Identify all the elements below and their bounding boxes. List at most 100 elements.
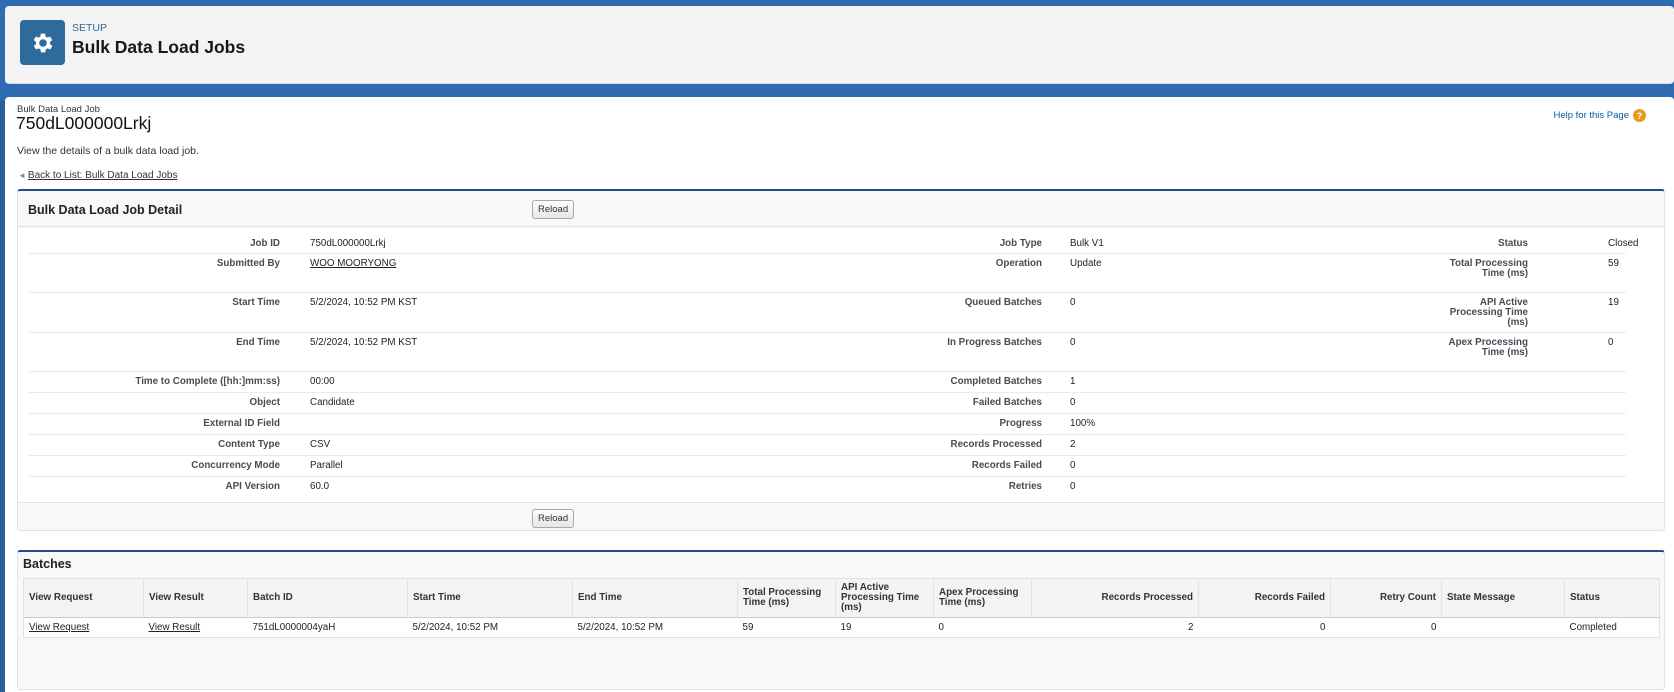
field-value: 1 xyxy=(1070,376,1076,387)
field-value: 0 xyxy=(1070,297,1076,308)
view-request-link[interactable]: View Request xyxy=(29,622,89,633)
submitted-by-link[interactable]: WOO MOORYONG xyxy=(310,258,396,269)
field-label: Concurrency Mode xyxy=(191,460,280,471)
field-value: 59 xyxy=(1608,258,1619,269)
reload-button-top[interactable]: Reload xyxy=(532,200,575,219)
field-value: Bulk V1 xyxy=(1070,238,1104,249)
field-label: Job ID xyxy=(250,238,280,249)
gear-icon xyxy=(20,20,65,65)
column-header[interactable]: Records Failed xyxy=(1198,578,1331,618)
field-label: Records Failed xyxy=(971,460,1042,471)
field-value: 5/2/2024, 10:52 PM KST xyxy=(310,297,418,308)
column-header[interactable]: API Active Processing Time (ms) xyxy=(835,578,934,618)
field-value: CSV xyxy=(310,439,331,450)
detail-row: End Time 5/2/2024, 10:52 PM KST In Progr… xyxy=(28,333,1626,372)
table-cell: 2 xyxy=(1188,622,1194,633)
detail-row: External ID Field Progress 100% xyxy=(28,414,1626,435)
field-label: Failed Batches xyxy=(972,397,1042,408)
column-header[interactable]: Batch ID xyxy=(247,578,408,618)
detail-row: Submitted By WOO MOORYONG Operation Upda… xyxy=(28,254,1626,293)
field-label: Retries xyxy=(1008,481,1042,492)
field-value: Closed xyxy=(1608,238,1639,249)
field-label: Operation xyxy=(995,258,1042,269)
back-to-list-label[interactable]: Back to List: Bulk Data Load Jobs xyxy=(28,170,178,181)
table-cell: 5/2/2024, 10:52 PM xyxy=(412,622,499,633)
field-label: Apex Processing Time (ms) xyxy=(1448,337,1529,358)
table-cell: 19 xyxy=(840,622,852,633)
main-content: Bulk Data Load Job 750dL000000Lrkj Help … xyxy=(5,97,1674,692)
reload-button-bottom[interactable]: Reload xyxy=(532,509,575,528)
back-to-list-link[interactable]: ◄ Back to List: Bulk Data Load Jobs xyxy=(18,170,177,181)
field-value: 5/2/2024, 10:52 PM KST xyxy=(310,337,418,348)
table-cell: 59 xyxy=(742,622,754,633)
table-cell: 5/2/2024, 10:52 PM xyxy=(577,622,664,633)
column-header[interactable]: View Result xyxy=(143,578,248,618)
field-label: Content Type xyxy=(218,439,280,450)
setup-header: SETUP Bulk Data Load Jobs xyxy=(5,6,1674,84)
help-link[interactable]: Help for this Page ? xyxy=(1553,109,1646,122)
table-cell: 0 xyxy=(1431,622,1437,633)
detail-row: Content Type CSV Records Processed 2 xyxy=(28,435,1626,456)
field-label: Submitted By xyxy=(216,258,280,269)
field-value: 2 xyxy=(1070,439,1076,450)
detail-row: Object Candidate Failed Batches 0 xyxy=(28,393,1626,414)
field-value: 0 xyxy=(1070,481,1076,492)
field-label: Completed Batches xyxy=(950,376,1042,387)
table-cell: View Result xyxy=(144,618,248,638)
help-icon[interactable]: ? xyxy=(1633,109,1646,122)
table-cell: 0 xyxy=(1320,622,1326,633)
detail-row: Job ID 750dL000000Lrkj Job Type Bulk V1 … xyxy=(28,234,1639,254)
field-value: 00:00 xyxy=(310,376,335,387)
field-label: In Progress Batches xyxy=(947,337,1042,348)
column-header[interactable]: State Message xyxy=(1441,578,1565,618)
record-title: 750dL000000Lrkj xyxy=(16,113,152,133)
header-eyebrow: SETUP xyxy=(72,22,108,34)
table-cell xyxy=(1442,618,1565,638)
detail-title: Bulk Data Load Job Detail xyxy=(28,203,183,217)
field-label: Queued Batches xyxy=(964,297,1042,308)
field-value: Candidate xyxy=(310,397,355,408)
field-label: API Version xyxy=(225,481,280,492)
back-arrow-icon: ◄ xyxy=(18,171,26,180)
field-value: 0 xyxy=(1608,337,1614,348)
table-header-row: View Request View Result Batch ID Start … xyxy=(23,578,1660,618)
field-label: External ID Field xyxy=(203,418,280,429)
detail-footer: Reload xyxy=(18,502,1664,532)
table-cell: View Request xyxy=(24,618,144,638)
help-link-label[interactable]: Help for this Page xyxy=(1553,110,1629,121)
detail-row: Concurrency Mode Parallel Records Failed… xyxy=(28,456,1626,477)
detail-row: Time to Complete ([hh:]mm:ss) 00:00 Comp… xyxy=(28,372,1626,393)
column-header[interactable]: Retry Count xyxy=(1330,578,1442,618)
view-result-link[interactable]: View Result xyxy=(149,622,201,633)
column-header[interactable]: Total Processing Time (ms) xyxy=(737,578,836,618)
field-label: End Time xyxy=(236,337,280,348)
column-header[interactable]: Apex Processing Time (ms) xyxy=(933,578,1032,618)
field-value: 100% xyxy=(1070,418,1096,429)
field-value: 750dL000000Lrkj xyxy=(310,238,386,249)
table-row: View Request View Result 751dL0000004yaH… xyxy=(24,618,1660,638)
field-label: Start Time xyxy=(232,297,280,308)
field-label: Job Type xyxy=(999,238,1042,249)
field-label: Object xyxy=(249,397,281,408)
column-header[interactable]: Start Time xyxy=(407,578,573,618)
table-cell: 0 xyxy=(938,622,944,633)
field-label: Records Processed xyxy=(950,439,1042,450)
page-title: Bulk Data Load Jobs xyxy=(72,37,246,57)
field-label: Progress xyxy=(999,418,1042,429)
field-value: 0 xyxy=(1070,337,1076,348)
field-value: 19 xyxy=(1608,297,1619,308)
job-detail-section: Bulk Data Load Job Detail Reload Job ID … xyxy=(17,189,1665,531)
batches-section: Batches View Request View Result Batch I… xyxy=(17,550,1665,690)
detail-header: Bulk Data Load Job Detail Reload xyxy=(18,191,1664,227)
field-label: API Active Processing Time (ms) xyxy=(1449,297,1528,328)
batches-title: Batches xyxy=(23,557,72,571)
detail-fields: Job ID 750dL000000Lrkj Job Type Bulk V1 … xyxy=(18,228,1664,502)
field-label: Total Processing Time (ms) xyxy=(1449,258,1528,279)
field-value: 0 xyxy=(1070,460,1076,471)
page-description: View the details of a bulk data load job… xyxy=(17,145,199,157)
detail-row: API Version 60.0 Retries 0 xyxy=(28,477,1626,498)
column-header[interactable]: View Request xyxy=(23,578,144,618)
column-header[interactable]: Status xyxy=(1564,578,1660,618)
column-header[interactable]: Records Processed xyxy=(1031,578,1199,618)
column-header[interactable]: End Time xyxy=(572,578,738,618)
